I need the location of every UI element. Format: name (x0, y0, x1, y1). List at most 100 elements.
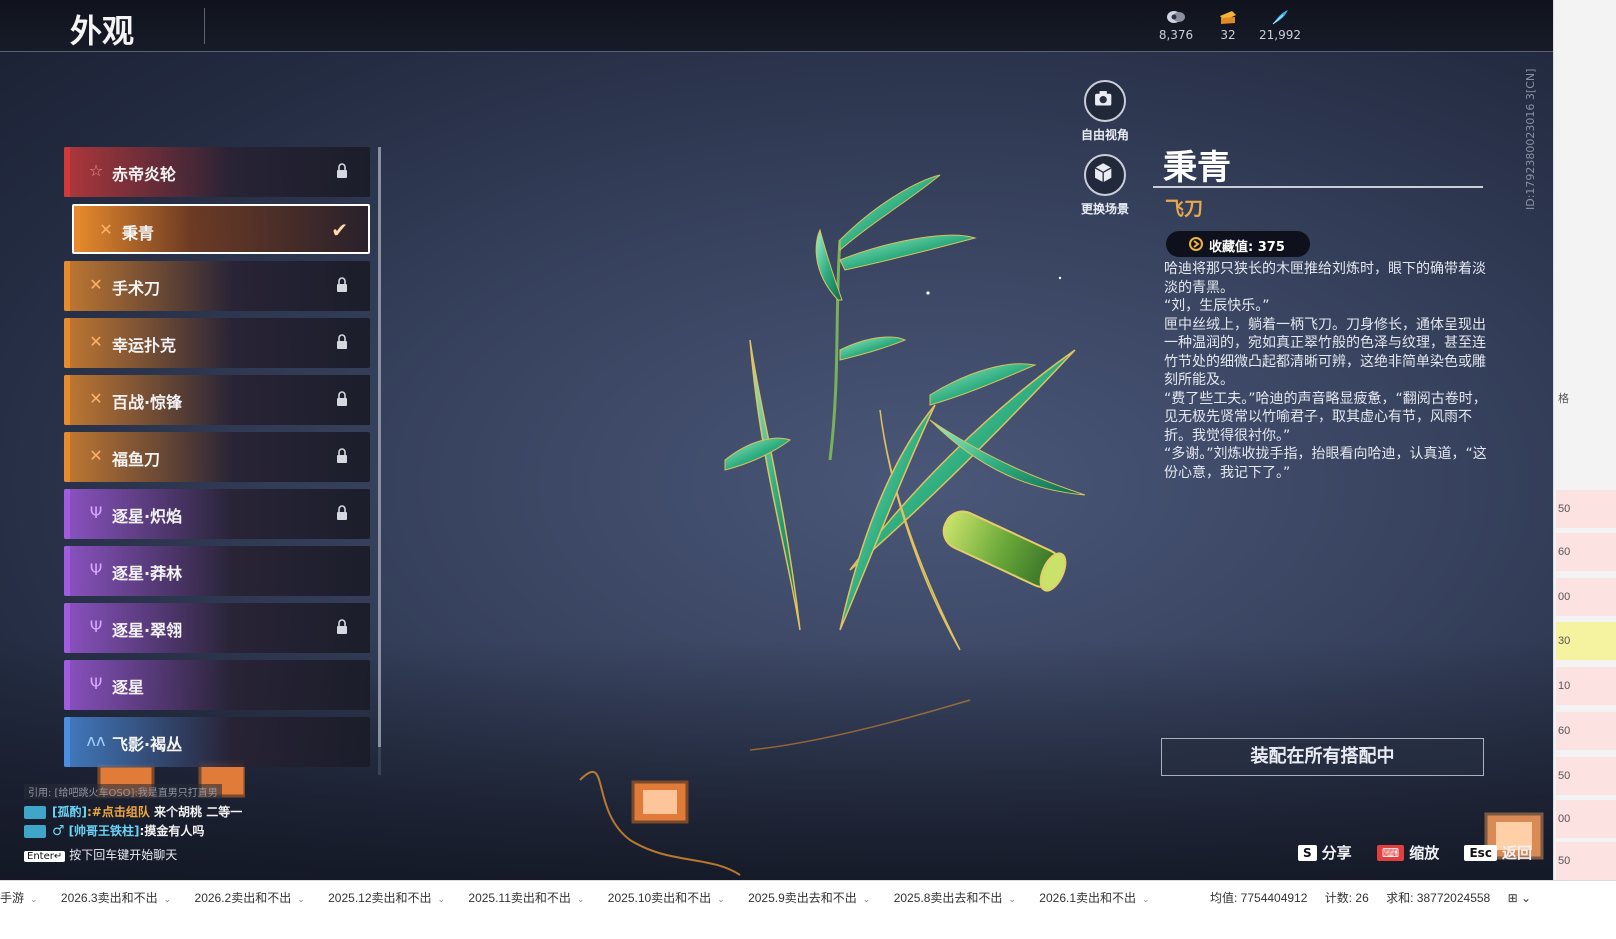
list-item[interactable]: Ψ 逐星 (64, 660, 370, 710)
sheet-tab-label: 2025.8卖出去和不出 (893, 891, 1003, 905)
list-item[interactable]: ✕ 幸运扑克 (64, 318, 370, 368)
trident-icon: Ψ (89, 617, 103, 636)
item-label: 逐星·翠翎 (112, 621, 183, 640)
sheet-tabs: 手游 ⌄ 2026.3卖出和不出 ⌄ 2026.2卖出和不出 ⌄ 2025.12卖出和… (0, 889, 1170, 906)
appearance-list[interactable]: ☆ 赤帝炎轮 ✕ 秉青 ✔ ✕ 手术刀 ✕ 幸运扑克 ✕ 百战·惊锋 ✕ 福鱼刀… (64, 147, 380, 775)
rarity-bar (64, 432, 70, 482)
sheet-tab-label: 2025.9卖出去和不出 (748, 891, 857, 905)
chat-enter-hint[interactable]: Enter↵ 按下回车键开始聊天 (24, 846, 324, 863)
lock-icon (337, 391, 347, 406)
lock-icon (337, 277, 347, 292)
chat-box: 引用: [给吧跳火车OSO]:我是直男只打直男 [孤酌]:#点击组队 来个胡桃 … (24, 784, 324, 863)
spreadsheet-cell[interactable]: 30 (1556, 622, 1616, 660)
chevron-down-icon: ⌄ (297, 894, 305, 904)
rarity-bar (64, 717, 70, 767)
sheet-tab[interactable]: 2025.8卖出去和不出 ⌄ (894, 889, 1016, 906)
item-label: 百战·惊锋 (112, 393, 183, 412)
sheet-tab-label: 2026.1卖出和不出 (1039, 891, 1137, 905)
free-camera-button[interactable]: 自由视角 (1060, 80, 1150, 143)
chat-message: [孤酌]:#点击组队 来个胡桃 二等一 (24, 803, 324, 822)
list-item[interactable]: Ψ 逐星·炽焰 (64, 489, 370, 539)
rarity-bar (64, 318, 70, 368)
item-label: 幸运扑克 (112, 336, 177, 355)
equip-all-button[interactable]: 装配在所有搭配中 (1161, 738, 1484, 776)
collection-icon (1189, 237, 1203, 251)
weapon-preview[interactable] (690, 160, 1110, 660)
lock-icon (337, 163, 347, 178)
blades-icon: ✕ (89, 332, 103, 351)
list-scrollbar[interactable] (378, 147, 381, 775)
list-item-selected[interactable]: ✕ 秉青 ✔ (72, 204, 370, 254)
description-paragraph: 匣中丝绒上，躺着一柄飞刀。刀身修长，通体呈现出一种温润的，宛如真正翠竹般的色泽与… (1164, 316, 1486, 389)
chat-message: ♂ [帅哥王铁柱]:摸金有人吗 (24, 822, 324, 841)
list-item[interactable]: ✕ 福鱼刀 (64, 432, 370, 482)
sheet-tab[interactable]: 2025.9卖出去和不出 ⌄ (748, 889, 870, 906)
list-item[interactable]: ʌʌ 飞影·褐丛 (64, 717, 370, 767)
trident-icon: Ψ (89, 503, 103, 522)
chevron-down-icon: ⌄ (1142, 894, 1150, 904)
grid-icon[interactable]: ⊞ ⌄ (1508, 891, 1531, 905)
sheet-tab[interactable]: 2025.11卖出和不出 ⌄ (468, 889, 584, 906)
spreadsheet-column-strip: 格 50 60 00 30 10 60 50 00 50 (1553, 0, 1616, 880)
sheet-tab[interactable]: 2026.1卖出和不出 ⌄ (1039, 889, 1149, 906)
spreadsheet-cell[interactable]: 50 (1556, 757, 1616, 795)
title-divider (204, 8, 205, 44)
star-icon: ☆ (88, 161, 104, 180)
rarity-bar (64, 489, 70, 539)
blades-icon: ✕ (89, 275, 103, 294)
chat-quote-line: 引用: [给吧跳火车OSO]:我是直男只打直男 (24, 784, 324, 803)
sheet-tab[interactable]: 手游 ⌄ (0, 889, 38, 906)
sheet-tab-label: 2025.12卖出和不出 (328, 891, 432, 905)
key-esc-icon: Esc (1464, 845, 1497, 861)
list-item[interactable]: Ψ 逐星·莽林 (64, 546, 370, 596)
change-scene-button[interactable]: 更换场景 (1060, 154, 1150, 217)
spreadsheet-cell[interactable]: 00 (1556, 800, 1616, 838)
mouse-icon: ⌨ (1376, 845, 1405, 861)
chat-sender[interactable]: [帅哥王铁柱] (69, 824, 140, 838)
spreadsheet-cell[interactable]: 00 (1556, 578, 1616, 616)
blades-icon: ✕ (99, 220, 113, 239)
key-s-icon: S (1298, 845, 1317, 861)
spreadsheet-cell[interactable]: 50 (1556, 490, 1616, 528)
chat-sender[interactable]: [孤酌] (52, 805, 87, 819)
description-paragraph: “费了些工夫。”哈迪的声音略显疲惫，“翻阅古卷时，见无极先贤常以竹喻君子，取其虚… (1164, 390, 1487, 444)
lantern-decoration (631, 780, 689, 824)
spreadsheet-cell[interactable]: 10 (1556, 667, 1616, 705)
gem-coin-icon (1167, 11, 1185, 23)
chevron-down-icon: ⌄ (862, 894, 871, 904)
item-label: 秉青 (122, 224, 155, 243)
channel-tag-icon (24, 806, 46, 819)
list-item[interactable]: Ψ 逐星·翠翎 (64, 603, 370, 653)
rarity-bar (64, 660, 70, 710)
rarity-bar (64, 147, 70, 197)
list-item[interactable]: ☆ 赤帝炎轮 (64, 147, 370, 197)
chat-link[interactable]: :#点击组队 (87, 805, 150, 819)
sheet-tab-label: 2025.11卖出和不出 (468, 891, 571, 905)
list-item[interactable]: ✕ 百战·惊锋 (64, 375, 370, 425)
scroll-thumb[interactable] (378, 147, 381, 747)
sheet-tab[interactable]: 2025.12卖出和不出 ⌄ (328, 889, 445, 906)
blades-icon: ✕ (89, 389, 103, 408)
sheet-tab-label: 2025.10卖出和不出 (607, 891, 712, 905)
spreadsheet-cell[interactable]: 格 (1556, 380, 1616, 418)
rarity-bar (64, 546, 70, 596)
description-paragraph: “刘，生辰快乐。” (1164, 298, 1270, 314)
sheet-tab[interactable]: 2025.10卖出和不出 ⌄ (608, 889, 725, 906)
zoom-button[interactable]: ⌨ 缩放 (1376, 842, 1439, 863)
trident-icon: Ψ (89, 560, 103, 579)
share-button[interactable]: S 分享 (1298, 842, 1352, 863)
sheet-tab[interactable]: 2026.2卖出和不出 ⌄ (195, 889, 305, 906)
sheet-tab[interactable]: 2026.3卖出和不出 ⌄ (61, 889, 171, 906)
currency-value: 32 (1220, 28, 1236, 42)
spreadsheet-cell[interactable]: 60 (1556, 712, 1616, 750)
spreadsheet-statusbar: 手游 ⌄ 2026.3卖出和不出 ⌄ 2026.2卖出和不出 ⌄ 2025.12卖出和… (0, 880, 1616, 939)
spreadsheet-cell[interactable]: 50 (1556, 842, 1616, 880)
spreadsheet-cell[interactable]: 60 (1556, 533, 1616, 571)
enter-hint-text: 按下回车键开始聊天 (69, 848, 178, 862)
item-type: 飞刀 (1165, 198, 1204, 220)
list-item[interactable]: ✕ 手术刀 (64, 261, 370, 311)
back-button[interactable]: Esc 返回 (1464, 842, 1532, 863)
chat-text: :摸金有人吗 (139, 824, 205, 838)
currency-feather: 21,992 (1250, 8, 1310, 42)
sheet-tab-label: 2026.3卖出和不出 (60, 891, 158, 905)
